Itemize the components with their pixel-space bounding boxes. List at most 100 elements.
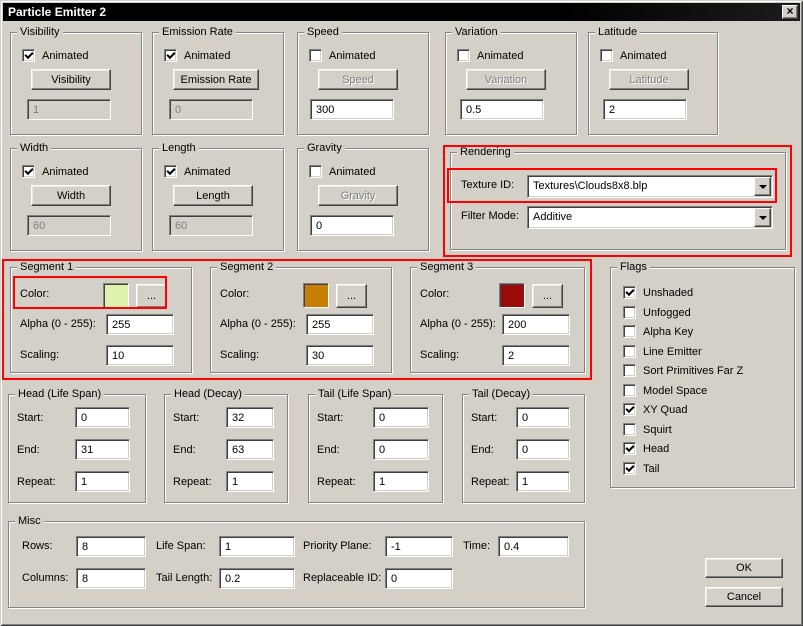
visibility-track-button[interactable]: Visibility (31, 69, 111, 90)
segment1-alpha-field[interactable]: 255 (106, 314, 174, 335)
variation-value-field[interactable]: 0.5 (460, 99, 544, 120)
flag-alpha-key-checkbox[interactable] (623, 325, 636, 338)
filter-dropdown-button[interactable] (754, 208, 771, 227)
flag-line-emitter-checkbox[interactable] (623, 345, 636, 358)
tail-length-field[interactable]: 0.2 (219, 568, 295, 589)
animated-label: Animated (477, 50, 524, 62)
time-label: Time: (463, 540, 491, 552)
alpha-label: Alpha (0 - 255): (420, 318, 496, 330)
flag-sort-primitives-label: Sort Primitives Far Z (643, 365, 744, 377)
time-field[interactable]: 0.4 (498, 536, 569, 557)
gravity-value-field[interactable]: 0 (310, 215, 394, 236)
group-title: Emission Rate (159, 26, 236, 38)
gravity-animated-checkbox[interactable] (309, 165, 322, 178)
columns-label: Columns: (22, 572, 69, 584)
group-tail-decay: Tail (Decay) Start: 0 End: 0 Repeat: 1 (462, 388, 585, 503)
flag-xy-quad-checkbox[interactable] (623, 403, 636, 416)
group-segment-1: Segment 1 Color: ... Alpha (0 - 255): 25… (10, 261, 192, 373)
group-title: Head (Life Span) (15, 388, 105, 400)
flag-sort-primitives-checkbox[interactable] (623, 364, 636, 377)
filter-mode-combobox[interactable]: Additive (527, 206, 773, 229)
cancel-button[interactable]: Cancel (705, 587, 783, 607)
texture-id-combobox[interactable]: Textures\Clouds8x8.blp (527, 175, 773, 198)
length-track-button[interactable]: Length (173, 185, 253, 206)
tail-lifespan-start-field[interactable]: 0 (373, 407, 429, 428)
repeat-label: Repeat: (17, 476, 56, 488)
emission-rate-animated-checkbox[interactable] (164, 49, 177, 62)
animated-label: Animated (329, 166, 376, 178)
group-head-decay: Head (Decay) Start: 32 End: 63 Repeat: 1 (164, 388, 288, 503)
flag-unfogged-label: Unfogged (643, 307, 691, 319)
animated-label: Animated (184, 50, 231, 62)
head-decay-start-field[interactable]: 32 (226, 407, 274, 428)
group-title: Flags (617, 261, 650, 273)
flag-line-emitter-label: Line Emitter (643, 346, 702, 358)
flag-tail-checkbox[interactable] (623, 462, 636, 475)
head-decay-end-field[interactable]: 63 (226, 439, 274, 460)
flag-squirt-checkbox[interactable] (623, 423, 636, 436)
flag-model-space-label: Model Space (643, 385, 708, 397)
color-label: Color: (20, 288, 50, 300)
chevron-down-icon (758, 215, 767, 220)
latitude-animated-checkbox[interactable] (600, 49, 613, 62)
emission-rate-track-button[interactable]: Emission Rate (173, 69, 259, 90)
segment2-color-picker-button[interactable]: ... (336, 284, 367, 308)
head-lifespan-start-field[interactable]: 0 (75, 407, 130, 428)
segment2-alpha-field[interactable]: 255 (306, 314, 374, 335)
segment3-color-swatch (499, 283, 525, 308)
latitude-value-field[interactable]: 2 (603, 99, 687, 120)
priority-plane-field[interactable]: -1 (385, 536, 453, 557)
length-animated-checkbox[interactable] (164, 165, 177, 178)
group-title: Tail (Decay) (469, 388, 534, 400)
repeat-label: Repeat: (317, 476, 356, 488)
head-decay-repeat-field[interactable]: 1 (226, 471, 274, 492)
group-title: Segment 3 (417, 261, 477, 273)
visibility-animated-checkbox[interactable] (22, 49, 35, 62)
titlebar[interactable]: Particle Emitter 2 × (3, 3, 800, 21)
group-segment-2: Segment 2 Color: ... Alpha (0 - 255): 25… (210, 261, 392, 373)
tail-lifespan-repeat-field[interactable]: 1 (373, 471, 429, 492)
animated-label: Animated (42, 166, 89, 178)
segment1-scaling-field[interactable]: 10 (106, 345, 174, 366)
life-span-field[interactable]: 1 (219, 536, 295, 557)
head-lifespan-end-field[interactable]: 31 (75, 439, 130, 460)
replaceable-id-field[interactable]: 0 (385, 568, 453, 589)
segment3-scaling-field[interactable]: 2 (502, 345, 570, 366)
group-head-life-span: Head (Life Span) Start: 0 End: 31 Repeat… (8, 388, 146, 503)
chevron-down-icon (758, 184, 767, 189)
tail-lifespan-end-field[interactable]: 0 (373, 439, 429, 460)
alpha-label: Alpha (0 - 255): (220, 318, 296, 330)
tail-decay-end-field[interactable]: 0 (516, 439, 570, 460)
segment3-color-picker-button[interactable]: ... (532, 284, 563, 308)
width-animated-checkbox[interactable] (22, 165, 35, 178)
life-span-label: Life Span: (156, 540, 206, 552)
group-title: Variation (452, 26, 501, 38)
alpha-label: Alpha (0 - 255): (20, 318, 96, 330)
segment2-scaling-field[interactable]: 30 (306, 345, 374, 366)
flag-head-label: Head (643, 443, 670, 455)
head-lifespan-repeat-field[interactable]: 1 (75, 471, 130, 492)
flag-unfogged-checkbox[interactable] (623, 306, 636, 319)
tail-decay-start-field[interactable]: 0 (516, 407, 570, 428)
close-icon[interactable]: × (782, 5, 798, 19)
flag-head-checkbox[interactable] (623, 442, 636, 455)
speed-value-field[interactable]: 300 (310, 99, 394, 120)
segment3-alpha-field[interactable]: 200 (502, 314, 570, 335)
flag-model-space-checkbox[interactable] (623, 384, 636, 397)
segment2-color-swatch (303, 283, 329, 308)
columns-field[interactable]: 8 (76, 568, 146, 589)
width-track-button[interactable]: Width (31, 185, 111, 206)
width-value-field: 60 (27, 215, 111, 236)
variation-animated-checkbox[interactable] (457, 49, 470, 62)
texture-dropdown-button[interactable] (754, 177, 771, 196)
flag-unshaded-checkbox[interactable] (623, 286, 636, 299)
group-title: Latitude (595, 26, 641, 38)
ok-button[interactable]: OK (705, 558, 783, 578)
tail-decay-repeat-field[interactable]: 1 (516, 471, 570, 492)
group-gravity: Gravity Animated Gravity 0 (297, 142, 429, 251)
segment1-color-picker-button[interactable]: ... (136, 284, 167, 308)
group-title: Speed (304, 26, 342, 38)
speed-animated-checkbox[interactable] (309, 49, 322, 62)
group-title: Misc (15, 515, 44, 527)
rows-field[interactable]: 8 (76, 536, 146, 557)
